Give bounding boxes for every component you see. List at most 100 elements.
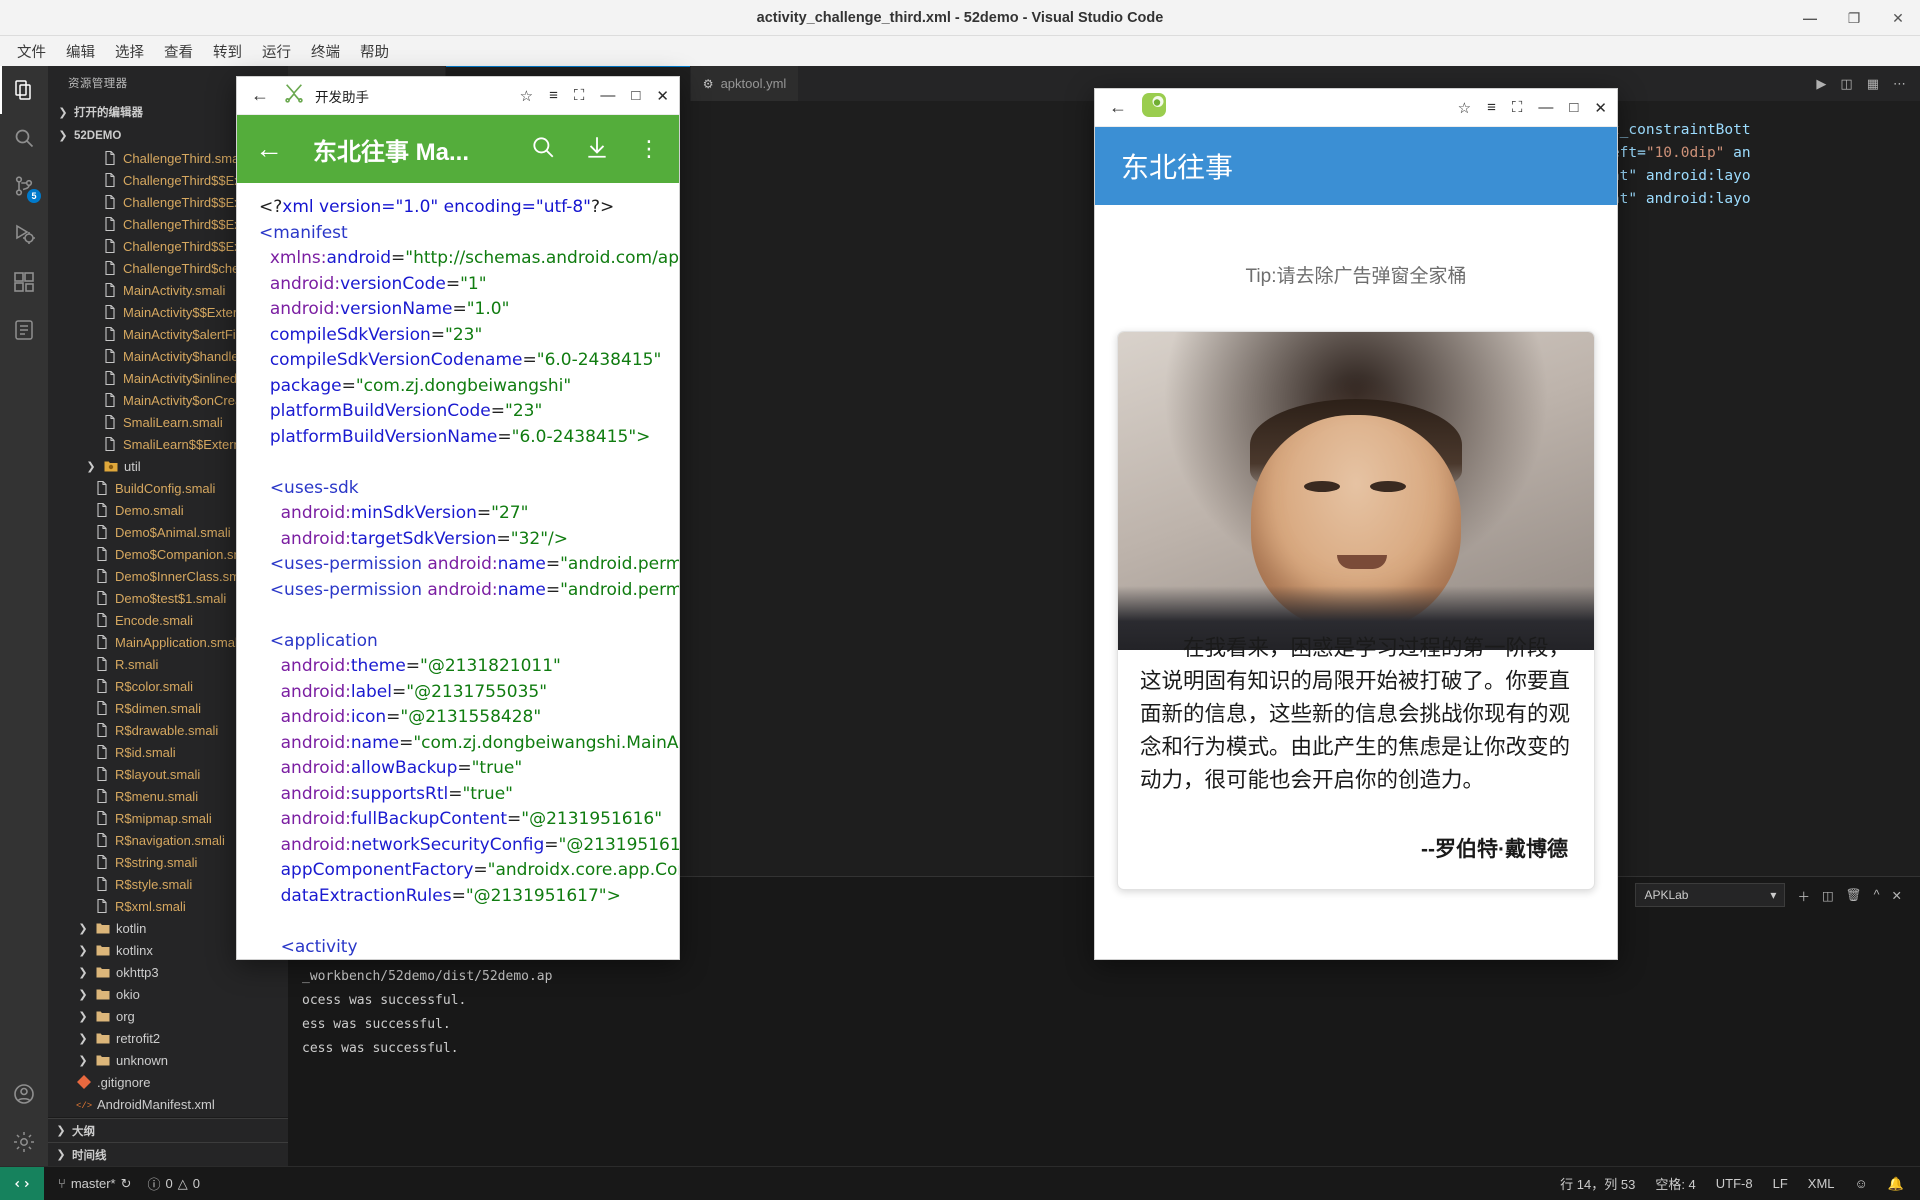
menu-help[interactable]: 帮助: [351, 38, 398, 65]
fullscreen-icon[interactable]: ⛶: [1512, 99, 1523, 116]
indentation[interactable]: 空格: 4: [1655, 1174, 1695, 1193]
photo-mouth: [1336, 554, 1387, 569]
fullscreen-icon[interactable]: ⛶: [574, 87, 585, 104]
explorer-icon[interactable]: [0, 66, 48, 114]
panel-close-icon[interactable]: ✕: [1892, 888, 1902, 903]
tree-item-label: okhttp3: [116, 964, 159, 980]
cursor-position[interactable]: 行 14，列 53: [1560, 1174, 1635, 1193]
tree-item-label: Demo.smali: [115, 502, 184, 518]
menu-icon[interactable]: ≡: [1487, 99, 1496, 116]
maximize-icon[interactable]: □: [1569, 99, 1578, 116]
tree-item-label: MainActivity.smali: [123, 282, 226, 298]
menu-view[interactable]: 查看: [155, 38, 202, 65]
apklab-icon[interactable]: [0, 306, 48, 354]
quote-card[interactable]: 在我看来，困惑是学习过程的第一阶段，这说明固有知识的局限开始被打破了。你要直面新…: [1117, 331, 1595, 890]
menubar: 文件 编辑 选择 查看 转到 运行 终端 帮助: [0, 36, 1920, 66]
menu-go[interactable]: 转到: [204, 38, 251, 65]
new-terminal-icon[interactable]: ＋: [1797, 886, 1810, 905]
branch-icon: ⑂: [58, 1176, 66, 1191]
manifest-xml-view[interactable]: <?xml version="1.0" encoding="utf-8"?> <m…: [237, 183, 679, 959]
star-icon[interactable]: ☆: [520, 87, 533, 105]
feedback-icon[interactable]: ☺: [1855, 1176, 1868, 1191]
menu-file[interactable]: 文件: [8, 38, 55, 65]
search-icon[interactable]: [0, 114, 48, 162]
xml-line: android:supportsRtl="true": [280, 783, 513, 804]
encoding[interactable]: UTF-8: [1716, 1176, 1753, 1191]
chevron-right-icon: ❯: [78, 966, 88, 979]
tree-item-label: R$id.smali: [115, 744, 176, 760]
tree-item[interactable]: ❯ retrofit2: [48, 1027, 288, 1049]
chevron-right-icon: ❯: [56, 1125, 66, 1138]
minimize-icon[interactable]: —: [1538, 99, 1553, 116]
menu-run[interactable]: 运行: [253, 38, 300, 65]
branch-name: master*: [70, 1176, 116, 1191]
maximize-icon[interactable]: □: [631, 87, 640, 104]
editor-actions: ▶ ◫ ▦ ⋯: [1802, 66, 1920, 101]
xml-line: platformBuildVersionCode="23": [269, 401, 543, 421]
close-icon[interactable]: ✕: [1594, 99, 1607, 117]
terminal-line: ocess was successful.: [302, 993, 467, 1008]
dev-assistant-window[interactable]: ← 开发助手 ☆ ≡ ⛶ — □ ✕ ← 东北往事 Ma... ⋮ <?xml …: [236, 76, 680, 960]
bell-icon[interactable]: 🔔: [1888, 1176, 1904, 1192]
status-right: 行 14，列 53 空格: 4 UTF-8 LF XML ☺ 🔔: [1560, 1174, 1920, 1193]
split-editor-icon[interactable]: ◫: [1840, 76, 1852, 92]
quote-text: 在我看来，困惑是学习过程的第一阶段，这说明固有知识的局限开始被打破了。你要直面新…: [1140, 636, 1571, 792]
outline-section[interactable]: ❯ 大纲: [48, 1118, 288, 1142]
remote-indicator-icon[interactable]: [0, 1166, 44, 1200]
back-icon[interactable]: ←: [247, 85, 273, 106]
tree-item[interactable]: ❯ org: [48, 1005, 288, 1027]
tree-item-label: Demo$Animal.smali: [115, 524, 231, 540]
svg-text:</>: </>: [76, 1101, 92, 1111]
xml-line: platformBuildVersionName="6.0-2438415">: [269, 426, 651, 447]
tree-item[interactable]: ❯ okio: [48, 983, 288, 1005]
toggle-panel-icon[interactable]: ▦: [1867, 76, 1879, 92]
chevron-right-icon: ❯: [78, 922, 88, 935]
menu-terminal[interactable]: 终端: [302, 38, 349, 65]
tree-item[interactable]: ❯ okhttp3: [48, 961, 288, 983]
appbar-back-icon[interactable]: ←: [255, 133, 283, 165]
timeline-section[interactable]: ❯ 时间线: [48, 1142, 288, 1166]
tree-item-label: unknown: [116, 1052, 169, 1068]
source-control-branch[interactable]: ⑂ master* ↻: [58, 1176, 132, 1192]
tree-item[interactable]: </> AndroidManifest.xml: [48, 1093, 288, 1115]
window-controls: — ❐ ✕: [1788, 0, 1920, 36]
extensions-icon[interactable]: [0, 258, 48, 306]
terminal-select[interactable]: APKLab ▾: [1635, 883, 1786, 907]
end-of-line[interactable]: LF: [1773, 1176, 1788, 1191]
tab-apktool-yml[interactable]: ⚙ apktool.yml: [690, 66, 800, 101]
tree-item[interactable]: ❯ unknown: [48, 1049, 288, 1071]
maximize-button[interactable]: ❐: [1832, 0, 1876, 36]
tree-item[interactable]: .gitignore: [48, 1071, 288, 1093]
panel-maximize-icon[interactable]: ^: [1874, 888, 1880, 902]
run-file-icon[interactable]: ▶: [1816, 76, 1826, 92]
more-actions-icon[interactable]: ⋯: [1893, 76, 1906, 92]
warning-icon: △: [177, 1175, 188, 1191]
accounts-icon[interactable]: [0, 1070, 48, 1118]
minimize-icon[interactable]: —: [600, 87, 615, 104]
outline-label: 大纲: [72, 1125, 95, 1138]
menu-edit[interactable]: 编辑: [57, 38, 104, 65]
android-app-window[interactable]: ← ☆ ≡ ⛶ — □ ✕ 东北往事 Tip:请去除广告弹窗全家桶 在我看来，困…: [1094, 88, 1618, 960]
language-mode[interactable]: XML: [1808, 1176, 1835, 1191]
minimize-button[interactable]: —: [1788, 0, 1832, 36]
star-icon[interactable]: ☆: [1458, 99, 1471, 117]
search-icon[interactable]: [530, 134, 556, 165]
source-control-icon[interactable]: 5: [0, 162, 48, 210]
overflow-menu-icon[interactable]: ⋮: [638, 136, 661, 162]
menu-selection[interactable]: 选择: [106, 38, 153, 65]
window-titlebar: activity_challenge_third.xml - 52demo - …: [0, 0, 1920, 36]
tree-item-label: ChallengeThird$che...: [123, 260, 251, 276]
problems-status[interactable]: ⓘ 0 △ 0: [148, 1174, 200, 1193]
settings-gear-icon[interactable]: [0, 1118, 48, 1166]
close-button[interactable]: ✕: [1876, 0, 1920, 36]
download-icon[interactable]: [584, 134, 610, 165]
xml-line: android:versionCode="1": [269, 273, 487, 294]
menu-icon[interactable]: ≡: [549, 87, 558, 104]
split-terminal-icon[interactable]: ◫: [1822, 888, 1834, 903]
run-debug-icon[interactable]: [0, 210, 48, 258]
close-icon[interactable]: ✕: [656, 87, 669, 105]
activity-bar: 5: [0, 66, 48, 1166]
back-icon[interactable]: ←: [1105, 97, 1131, 118]
explorer-title: 资源管理器: [68, 78, 128, 91]
kill-terminal-icon[interactable]: 🗑: [1846, 888, 1862, 903]
